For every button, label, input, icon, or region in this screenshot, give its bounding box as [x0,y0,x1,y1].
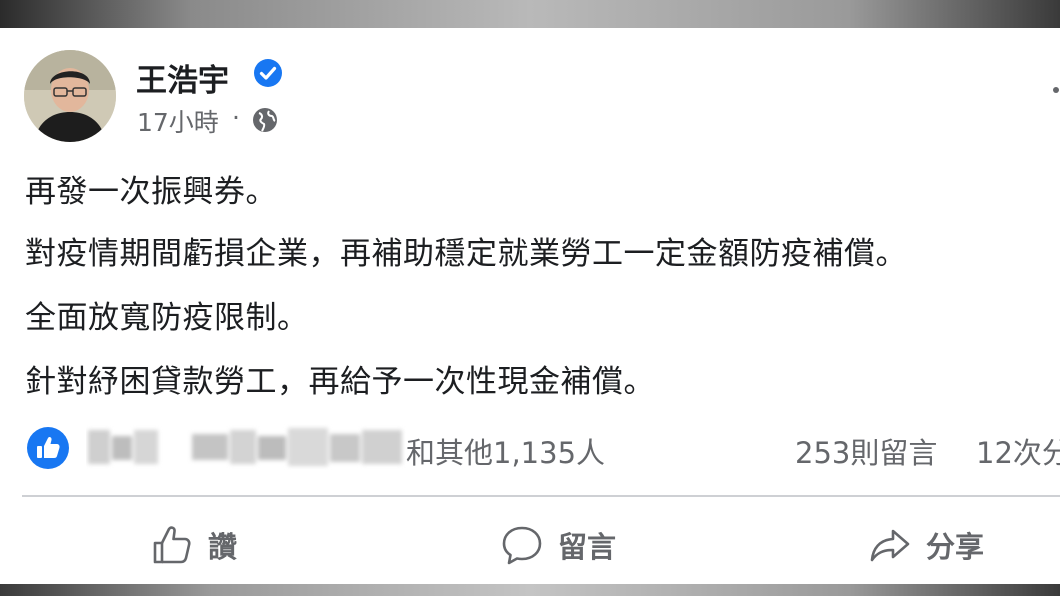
reactions-others-count[interactable]: 和其他1,135人 [406,430,605,472]
comment-label: 留言 [558,530,617,564]
timestamp-separator: · [232,103,240,132]
verified-badge-icon [254,59,282,87]
author-avatar[interactable] [24,50,116,142]
comment-icon [502,526,542,565]
blurred-reactor-names [88,428,402,466]
post-line: 針對紓困貸款勞工，再給予一次性現金補償。 [25,364,655,400]
comment-button[interactable]: 留言 [500,520,616,570]
share-count[interactable]: 12次分 [976,430,1060,472]
like-reaction-icon[interactable] [26,426,70,470]
post-line: 全面放寬防疫限制。 [25,300,309,336]
thumbs-up-icon [153,526,191,564]
top-image-edge [0,0,1060,28]
post-timestamp[interactable]: 17小時 [137,103,219,139]
more-options-icon[interactable] [1048,80,1060,100]
like-button[interactable]: 讚 [150,520,237,570]
share-label: 分享 [926,530,985,564]
globe-icon [253,108,277,132]
comment-count[interactable]: 253則留言 [795,430,937,472]
divider [22,495,1060,497]
post-line: 再發一次振興券。 [25,174,277,210]
share-arrow-icon [870,529,910,562]
author-name[interactable]: 王浩宇 [136,55,229,100]
like-label: 讚 [208,530,238,564]
bottom-image-edge [0,584,1060,596]
post-line: 對疫情期間虧損企業，再補助穩定就業勞工一定金額防疫補償。 [25,236,907,272]
share-button[interactable]: 分享 [868,520,984,570]
